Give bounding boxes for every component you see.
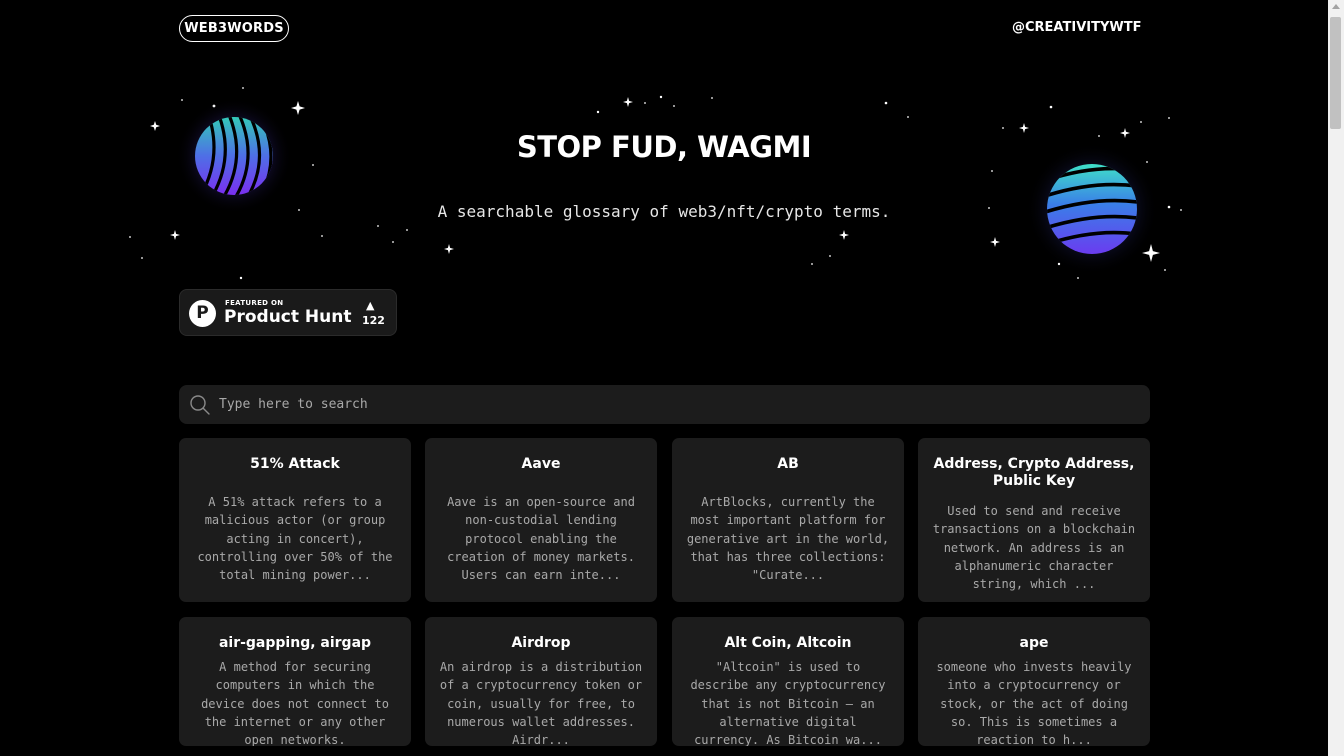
card-description: An airdrop is a distribution of a crypto… <box>439 660 643 746</box>
card-title: Aave <box>521 456 561 472</box>
page-subtitle: A searchable glossary of web3/nft/crypto… <box>437 202 891 221</box>
glossary-card[interactable]: Alt Coin, Altcoin "Altcoin" is used to d… <box>672 617 904 746</box>
card-description: someone who invests heavily into a crypt… <box>936 660 1132 746</box>
glossary-card[interactable]: Address, Crypto Address, Public Key Used… <box>918 438 1150 602</box>
card-description: Aave is an open-source and non-custodial… <box>447 495 635 583</box>
glossary-card[interactable]: AB ArtBlocks, currently the most importa… <box>672 438 904 602</box>
page-title: STOP FUD, WAGMI <box>516 130 812 164</box>
glossary-card[interactable]: 51% Attack A 51% attack refers to a mali… <box>179 438 411 602</box>
card-title: 51% Attack <box>250 456 340 472</box>
glossary-card[interactable]: air-gapping, airgap A method for securin… <box>179 617 411 746</box>
page: WEB3WORDS @CREATIVITYWTF STOP FUD, WAGMI… <box>0 0 1344 756</box>
search-icon <box>190 395 210 415</box>
card-title: Address, Crypto Address, Public Key <box>933 456 1135 489</box>
glossary-card[interactable]: ape someone who invests heavily into a c… <box>918 617 1150 746</box>
card-title: ape <box>1019 635 1049 651</box>
product-hunt-logo-icon: P <box>189 300 216 327</box>
card-title: Airdrop <box>511 635 571 651</box>
product-hunt-name: Product Hunt <box>224 307 352 327</box>
product-hunt-featured-label: FEATURED ON <box>225 299 284 307</box>
upvote-arrow-icon: ▲ <box>366 299 375 312</box>
scroll-up-arrow-icon[interactable] <box>1332 4 1340 9</box>
card-description: "Altcoin" is used to describe any crypto… <box>690 660 886 746</box>
glossary-card[interactable]: Airdrop An airdrop is a distribution of … <box>425 617 657 746</box>
search-bar <box>179 385 1150 424</box>
card-description: A 51% attack refers to a malicious actor… <box>197 495 393 583</box>
card-description: A method for securing computers in which… <box>201 660 389 746</box>
card-title: AB <box>777 456 799 472</box>
page-scrollbar[interactable] <box>1328 0 1344 756</box>
glossary-card[interactable]: Aave Aave is an open-source and non-cust… <box>425 438 657 602</box>
card-title: Alt Coin, Altcoin <box>724 635 852 651</box>
product-hunt-badge[interactable]: P FEATURED ON Product Hunt ▲ 122 <box>179 289 397 336</box>
card-description: ArtBlocks, currently the most important … <box>686 495 890 583</box>
card-title: air-gapping, airgap <box>218 635 372 651</box>
search-input[interactable] <box>219 385 1119 424</box>
star-sparkles <box>150 97 1160 262</box>
upvote-count: 122 <box>362 314 385 327</box>
card-description: Used to send and receive transactions on… <box>932 504 1136 592</box>
scrollbar-thumb[interactable] <box>1330 17 1341 129</box>
